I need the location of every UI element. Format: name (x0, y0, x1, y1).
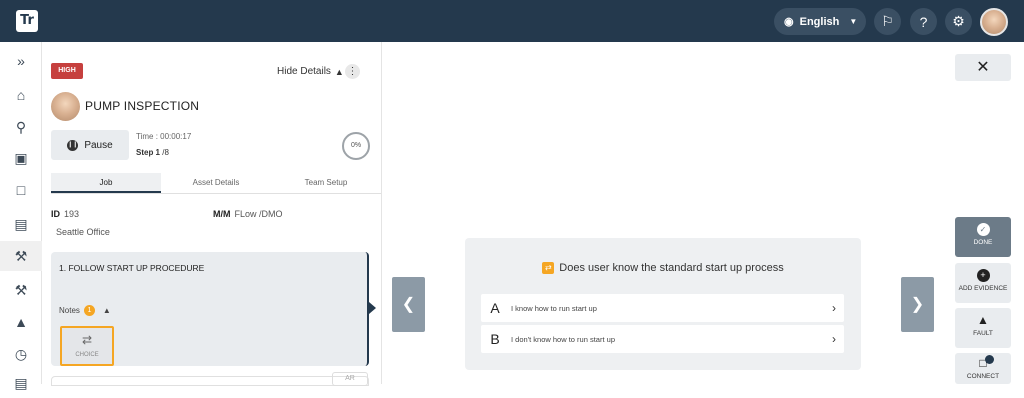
next-step-card[interactable] (51, 376, 369, 386)
choice-label: CHOICE (75, 352, 99, 358)
active-step-pointer (369, 302, 376, 314)
step-title: 1. FOLLOW START UP PROCEDURE (59, 263, 205, 273)
home-icon[interactable]: ⌂ (0, 80, 42, 110)
question-text: Does user know the standard start up pro… (559, 262, 784, 274)
task-title: PUMP INSPECTION (85, 99, 200, 113)
check-icon: ✓ (976, 223, 990, 236)
sidebar: » ⌂ ⚲ ▣ □ ▤ ⚒ ⚒ ▲ ◷ ▤ (0, 42, 42, 391)
step-total: /8 (160, 148, 169, 157)
done-button[interactable]: ✓ DONE (955, 217, 1011, 257)
chevron-up-icon: ▲ (334, 66, 344, 77)
next-step-button[interactable]: ❯ (901, 277, 934, 332)
question-card: ⇄ Does user know the standard start up p… (465, 238, 861, 370)
question-title: ⇄ Does user know the standard start up p… (465, 262, 861, 274)
fault-label: FAULT (973, 330, 993, 337)
add-evidence-label: ADD EVIDENCE (958, 285, 1008, 292)
done-label: DONE (973, 239, 993, 246)
task-details-panel: HIGH Hide Details ▲ ⋮ PUMP INSPECTION ❙❙… (42, 42, 382, 386)
priority-badge: HIGH (51, 63, 83, 79)
close-button[interactable]: ✕ (955, 54, 1011, 81)
expand-sidebar-icon[interactable]: » (0, 46, 42, 76)
calendar-icon[interactable]: ▤ (0, 368, 42, 398)
answer-option-a[interactable]: A I know how to run start up › (481, 294, 844, 322)
job-id: ID 193 (51, 209, 79, 219)
app-logo[interactable]: Tr (16, 10, 38, 32)
current-step-card[interactable]: 1. FOLLOW START UP PROCEDURE Notes 1 ▲ ⇄… (51, 252, 369, 366)
tab-asset-details[interactable]: Asset Details (161, 173, 271, 193)
maintenance-tools-icon[interactable]: ⚒ (0, 275, 42, 305)
choice-icon: ⇄ (542, 262, 555, 274)
option-text: I know how to run start up (511, 303, 597, 313)
chevron-right-icon: › (832, 301, 836, 315)
detail-tabs: Job Asset Details Team Setup (51, 173, 381, 194)
pause-icon: ❙❙ (67, 139, 79, 151)
option-text: I don't know how to run start up (511, 334, 615, 344)
chevron-up-icon: ▲ (102, 306, 111, 315)
clock-icon[interactable]: ◷ (0, 339, 42, 369)
notes-count-badge: 1 (83, 305, 95, 316)
id-value: 193 (64, 209, 80, 219)
wrench-icon[interactable]: ⚒ (0, 241, 42, 271)
warning-icon: ▲ (977, 313, 989, 327)
tab-job[interactable]: Job (51, 173, 161, 193)
option-letter: A (490, 300, 500, 316)
connect-button[interactable]: □ CONNECT (955, 353, 1011, 384)
office-location: Seattle Office (56, 227, 110, 237)
mm-value: FLow /DMO (234, 209, 283, 219)
flag-icon[interactable]: ⚐ (874, 8, 901, 35)
make-model: M/M FLow /DMO (213, 209, 283, 219)
hide-details-toggle[interactable]: Hide Details ▲ (277, 66, 344, 77)
assets-icon[interactable]: ▣ (0, 143, 42, 173)
step-counter: Step 1 /8 (136, 148, 169, 157)
choice-step-type[interactable]: ⇄ CHOICE (60, 326, 114, 366)
hide-details-label: Hide Details (277, 66, 331, 77)
gear-icon[interactable]: ⚙ (945, 8, 972, 35)
elapsed-time: Time : 00:00:17 (136, 132, 192, 141)
chevron-right-icon: › (832, 332, 836, 346)
language-selector[interactable]: ◉ English ▼ (774, 8, 866, 35)
location-pin-icon[interactable]: ⚲ (0, 112, 42, 142)
step-current: Step 1 (136, 148, 161, 157)
fault-button[interactable]: ▲ FAULT (955, 308, 1011, 348)
top-bar: Tr ◉ English ▼ ⚐ ? ⚙ (0, 0, 1024, 42)
language-label: English (799, 15, 840, 28)
option-letter: B (490, 331, 500, 347)
progress-indicator: 0% (342, 132, 370, 160)
globe-icon: ◉ (784, 16, 794, 28)
add-evidence-button[interactable]: + ADD EVIDENCE (955, 263, 1011, 303)
more-options-icon[interactable]: ⋮ (345, 64, 360, 79)
notes-label: Notes (59, 306, 80, 315)
chevron-down-icon: ▼ (849, 17, 858, 26)
inventory-box-icon[interactable]: □ (0, 175, 42, 205)
tab-team-setup[interactable]: Team Setup (271, 173, 381, 193)
help-icon[interactable]: ? (910, 8, 937, 35)
notes-toggle[interactable]: Notes 1 ▲ (59, 305, 111, 316)
pause-button[interactable]: ❙❙ Pause (51, 130, 129, 160)
document-icon[interactable]: ▤ (0, 209, 42, 239)
connect-label: CONNECT (966, 373, 1000, 380)
mm-label: M/M (213, 209, 231, 219)
plus-icon: + (976, 269, 990, 282)
shuffle-icon: ⇄ (81, 333, 93, 347)
user-avatar[interactable] (980, 8, 1008, 36)
previous-step-button[interactable]: ❮ (392, 277, 425, 332)
ar-label: AR (345, 375, 355, 382)
notification-dot (985, 355, 994, 364)
id-label: ID (51, 209, 60, 219)
answer-option-b[interactable]: B I don't know how to run start up › (481, 325, 844, 353)
pause-label: Pause (84, 139, 113, 151)
warning-icon[interactable]: ▲ (0, 307, 42, 337)
assignee-avatar (51, 92, 80, 121)
